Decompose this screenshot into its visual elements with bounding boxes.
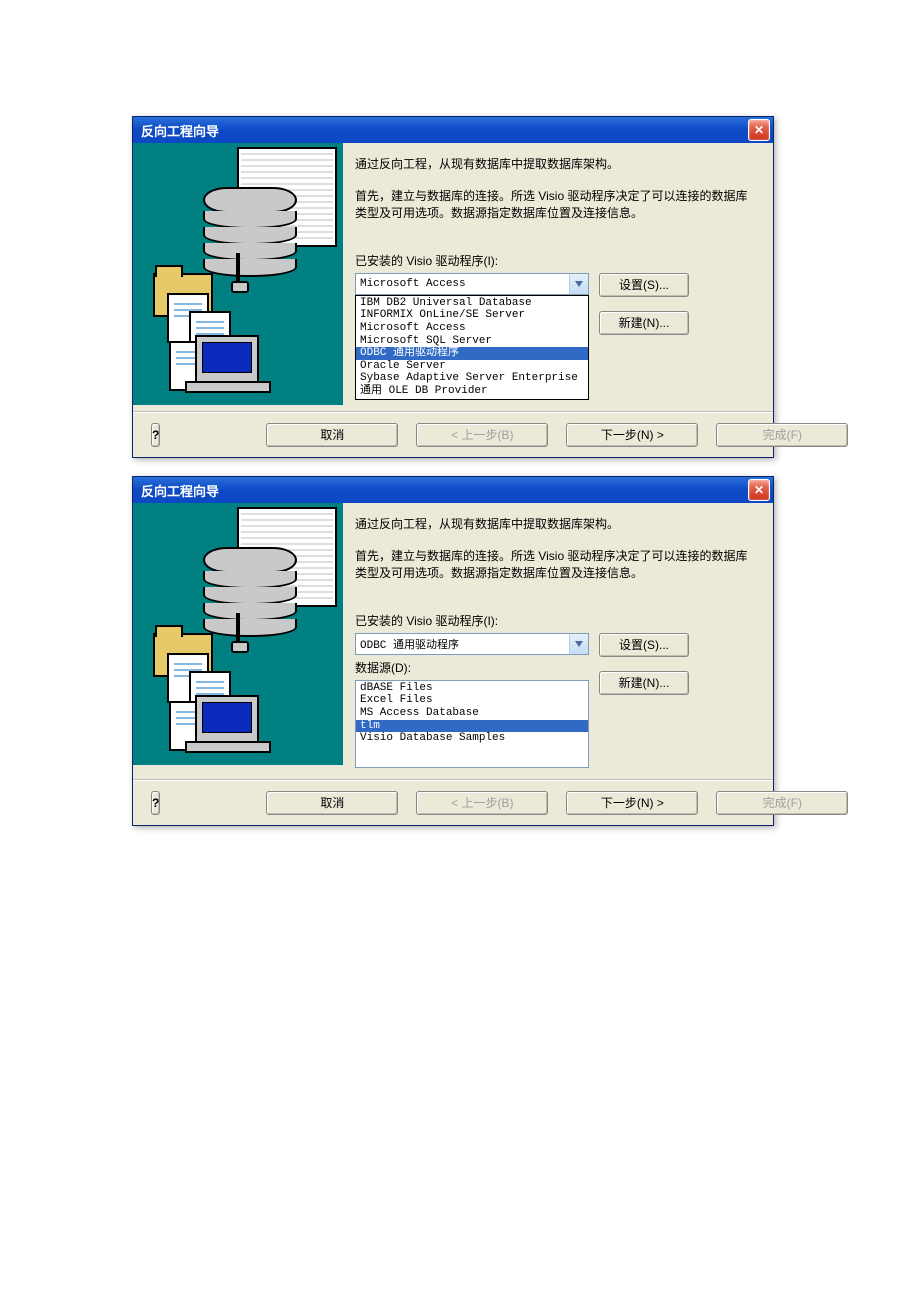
finish-button: 完成(F) bbox=[716, 423, 848, 447]
wizard-footer: ? 取消 < 上一步(B) 下一步(N) > 完成(F) bbox=[133, 412, 773, 457]
driver-combobox-value: Microsoft Access bbox=[356, 278, 569, 290]
back-button: < 上一步(B) bbox=[416, 791, 548, 815]
cancel-button[interactable]: 取消 bbox=[266, 423, 398, 447]
titlebar: 反向工程向导 ✕ bbox=[133, 117, 773, 143]
close-icon: ✕ bbox=[754, 483, 764, 497]
drivers-label: 已安装的 Visio 驱动程序(I): bbox=[355, 252, 753, 269]
datasource-listbox[interactable]: dBASE Files Excel Files MS Access Databa… bbox=[355, 680, 589, 768]
list-item[interactable]: Sybase Adaptive Server Enterprise bbox=[356, 372, 588, 385]
cancel-button[interactable]: 取消 bbox=[266, 791, 398, 815]
datasource-label: 数据源(D): bbox=[355, 659, 589, 676]
help-icon: ? bbox=[152, 428, 159, 442]
next-button[interactable]: 下一步(N) > bbox=[566, 423, 698, 447]
list-item[interactable]: Microsoft SQL Server bbox=[356, 335, 588, 348]
setup-button[interactable]: 设置(S)... bbox=[599, 273, 689, 297]
help-icon: ? bbox=[152, 796, 159, 810]
list-item[interactable]: Microsoft Access bbox=[356, 322, 588, 335]
description-1: 通过反向工程，从现有数据库中提取数据库架构。 bbox=[355, 515, 753, 532]
new-button[interactable]: 新建(N)... bbox=[599, 311, 689, 335]
new-button[interactable]: 新建(N)... bbox=[599, 671, 689, 695]
driver-combobox-value: ODBC 通用驱动程序 bbox=[356, 636, 569, 652]
titlebar: 反向工程向导 ✕ bbox=[133, 477, 773, 503]
drivers-label: 已安装的 Visio 驱动程序(I): bbox=[355, 612, 753, 629]
description-1: 通过反向工程，从现有数据库中提取数据库架构。 bbox=[355, 155, 753, 172]
next-button[interactable]: 下一步(N) > bbox=[566, 791, 698, 815]
wizard-illustration bbox=[133, 143, 343, 405]
wizard-illustration bbox=[133, 503, 343, 765]
title-text: 反向工程向导 bbox=[141, 121, 219, 140]
list-item[interactable]: IBM DB2 Universal Database bbox=[356, 297, 588, 310]
help-button[interactable]: ? bbox=[151, 791, 160, 815]
driver-combobox[interactable]: Microsoft Access bbox=[355, 273, 589, 295]
back-button: < 上一步(B) bbox=[416, 423, 548, 447]
list-item[interactable]: tlm bbox=[356, 720, 588, 733]
chevron-down-icon[interactable] bbox=[569, 634, 588, 654]
close-button[interactable]: ✕ bbox=[748, 479, 770, 501]
title-text: 反向工程向导 bbox=[141, 481, 219, 500]
list-item[interactable]: Oracle Server bbox=[356, 360, 588, 373]
close-icon: ✕ bbox=[754, 123, 764, 137]
list-item[interactable]: ODBC 通用驱动程序 bbox=[356, 347, 588, 360]
description-2: 首先，建立与数据库的连接。所选 Visio 驱动程序决定了可以连接的数据库类型及… bbox=[355, 188, 753, 222]
reverse-engineer-wizard-dialog-1: 反向工程向导 ✕ bbox=[132, 116, 774, 458]
list-item[interactable]: 通用 OLE DB Provider bbox=[356, 385, 588, 398]
driver-dropdown-list[interactable]: IBM DB2 Universal Database INFORMIX OnLi… bbox=[355, 295, 589, 400]
help-button[interactable]: ? bbox=[151, 423, 160, 447]
list-item[interactable]: MS Access Database bbox=[356, 707, 588, 720]
wizard-footer: ? 取消 < 上一步(B) 下一步(N) > 完成(F) bbox=[133, 780, 773, 825]
list-item[interactable]: dBASE Files bbox=[356, 682, 588, 695]
list-item[interactable]: INFORMIX OnLine/SE Server bbox=[356, 309, 588, 322]
list-item[interactable]: Excel Files bbox=[356, 694, 588, 707]
chevron-down-icon[interactable] bbox=[569, 274, 588, 294]
list-item[interactable]: Visio Database Samples bbox=[356, 732, 588, 745]
finish-button: 完成(F) bbox=[716, 791, 848, 815]
reverse-engineer-wizard-dialog-2: 反向工程向导 ✕ bbox=[132, 476, 774, 826]
description-2: 首先，建立与数据库的连接。所选 Visio 驱动程序决定了可以连接的数据库类型及… bbox=[355, 548, 753, 582]
close-button[interactable]: ✕ bbox=[748, 119, 770, 141]
setup-button[interactable]: 设置(S)... bbox=[599, 633, 689, 657]
driver-combobox[interactable]: ODBC 通用驱动程序 bbox=[355, 633, 589, 655]
